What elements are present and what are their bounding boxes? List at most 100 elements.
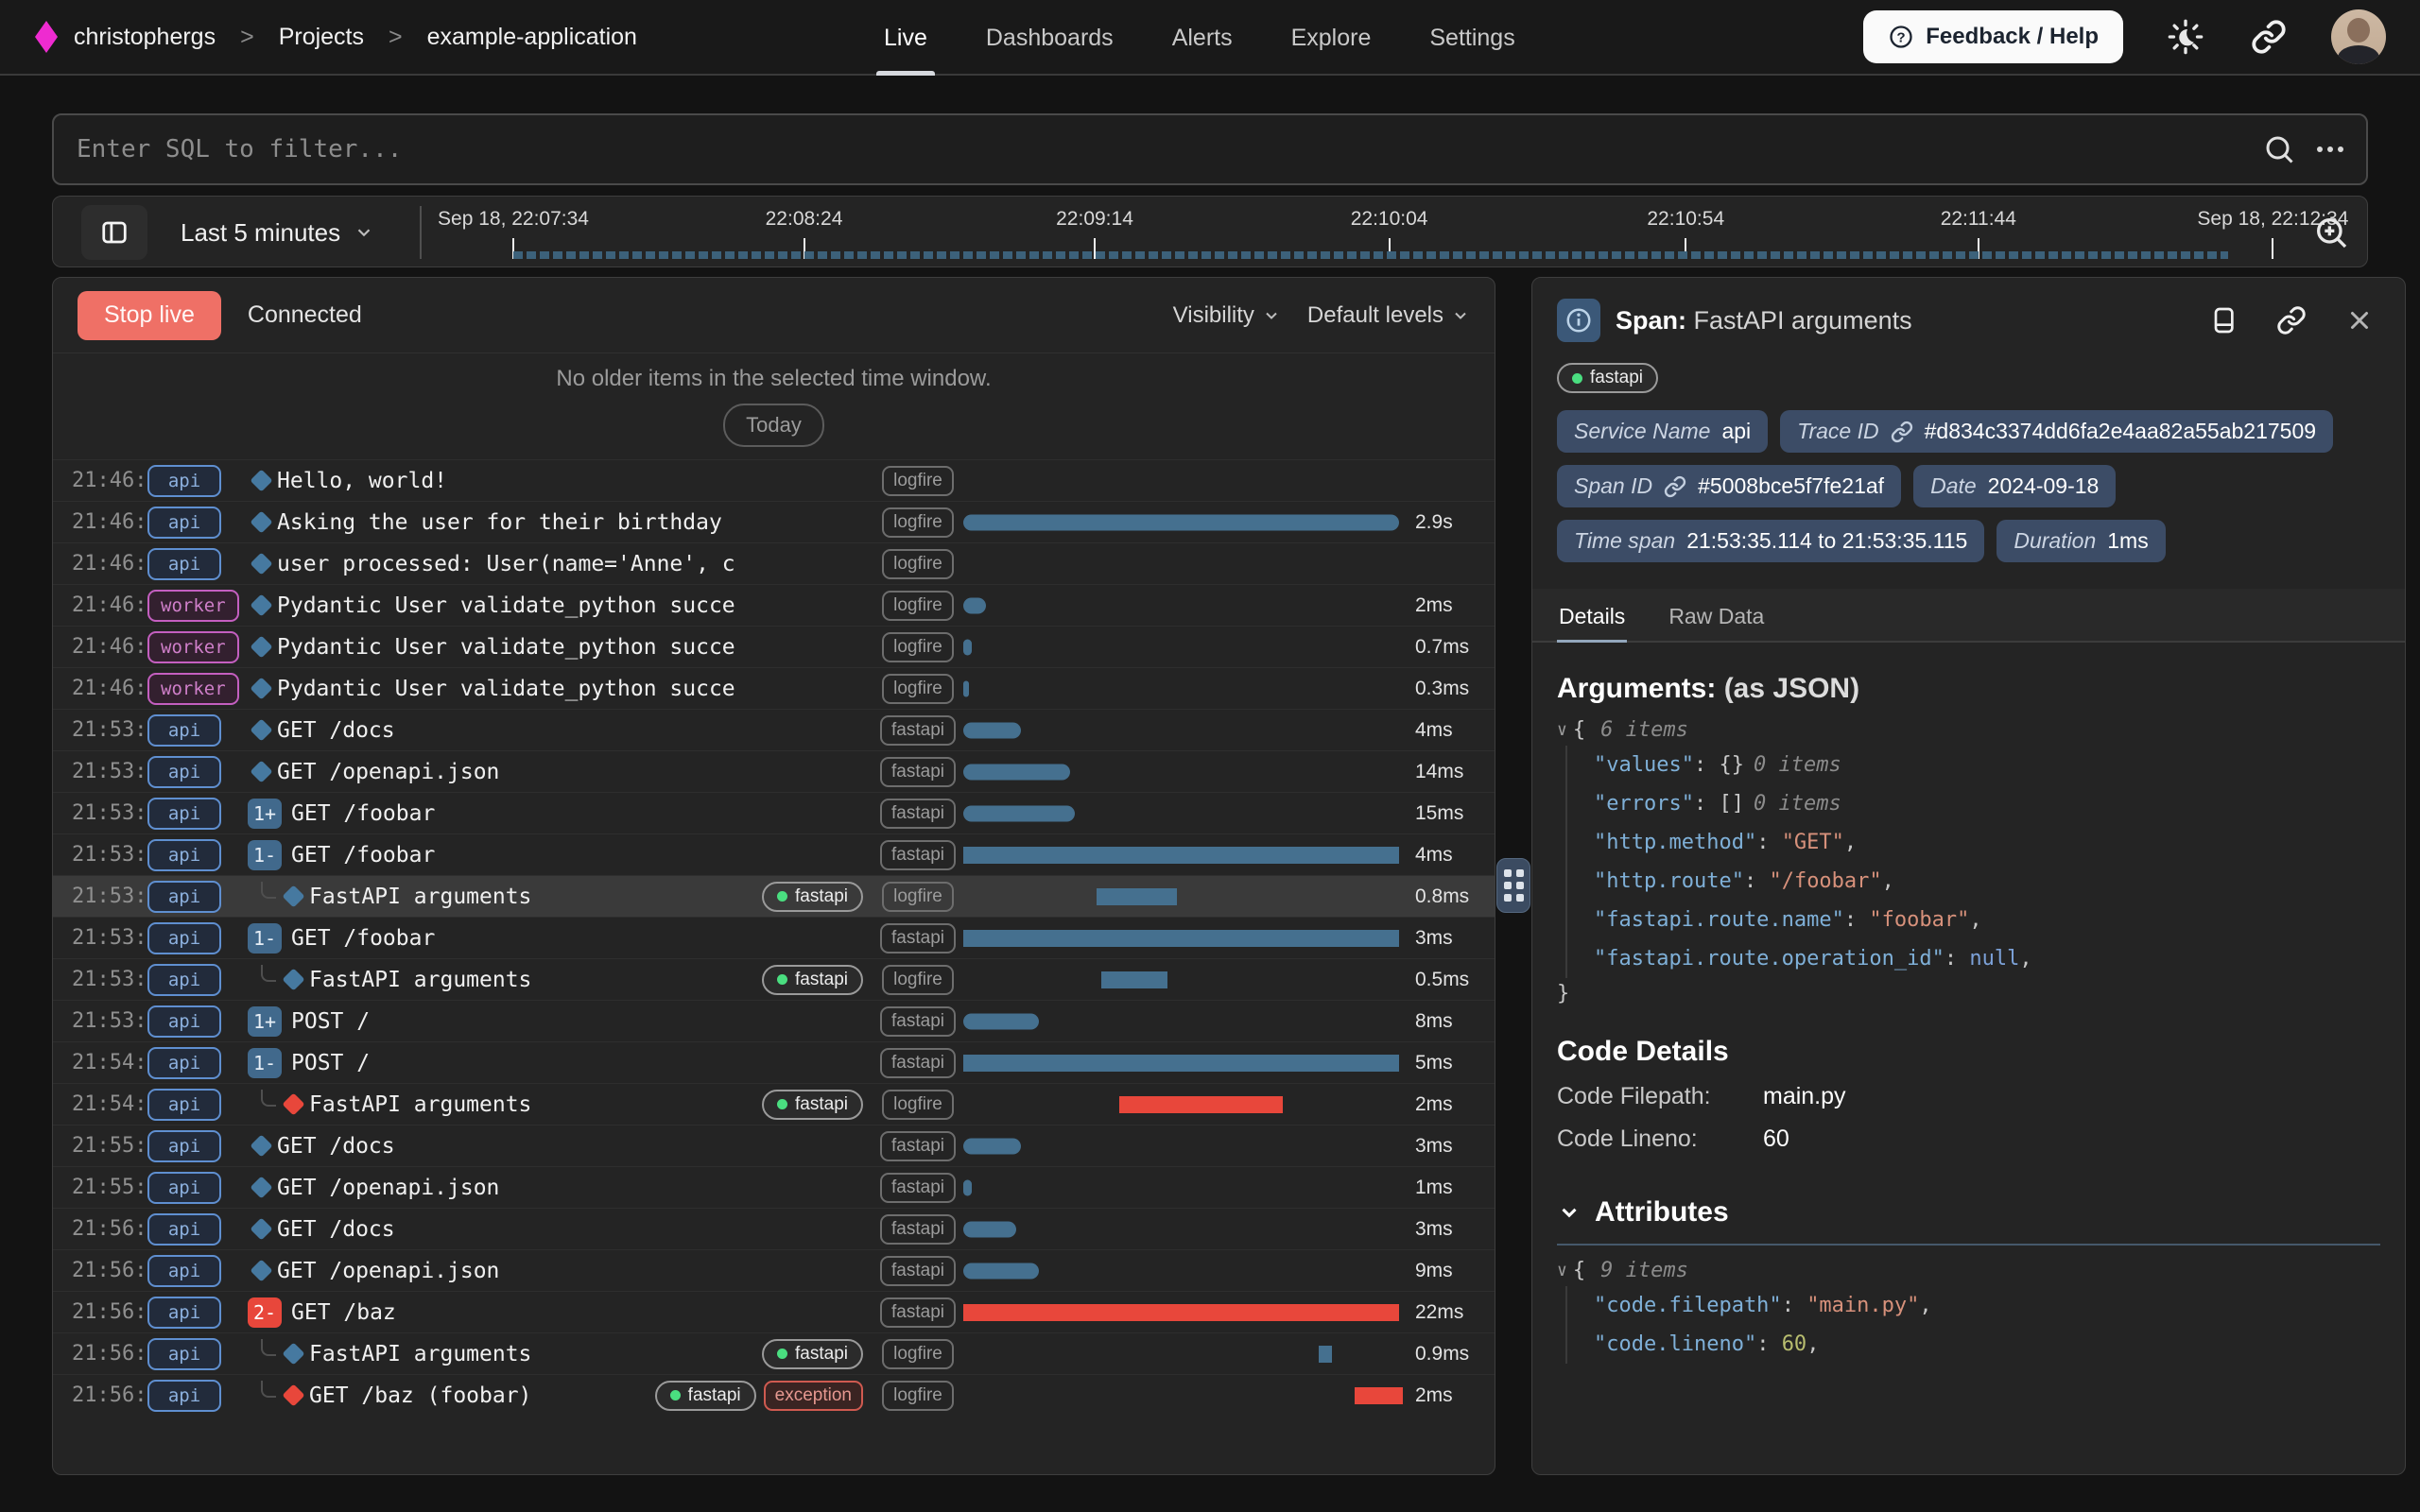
meta-pill-service-name[interactable]: Service Nameapi (1557, 410, 1768, 453)
service-tag[interactable]: api (147, 1005, 221, 1038)
fastapi-tag[interactable]: fastapi (655, 1381, 756, 1411)
fastapi-tag[interactable]: fastapi (1557, 363, 1658, 393)
scope-tag[interactable]: logfire (882, 674, 954, 704)
children-count-badge[interactable]: 1- (248, 840, 282, 870)
scope-tag[interactable]: logfire (882, 632, 954, 662)
scope-tag[interactable]: logfire (882, 1381, 954, 1411)
scope-tag[interactable]: logfire (882, 507, 954, 538)
service-tag[interactable]: api (147, 1047, 221, 1079)
log-row[interactable]: 21:53:35apiFastAPI argumentsfastapilogfi… (53, 958, 1495, 1000)
tab-details[interactable]: Details (1557, 589, 1627, 641)
log-row[interactable]: 21:56:09apiGET /openapi.jsonfastapi9ms (53, 1249, 1495, 1291)
theme-toggle-icon[interactable] (2165, 16, 2206, 58)
scope-tag[interactable]: fastapi (880, 1173, 956, 1203)
scope-tag[interactable]: fastapi (880, 715, 956, 746)
exception-tag[interactable]: exception (764, 1381, 863, 1411)
tab-explore[interactable]: Explore (1291, 0, 1372, 76)
tab-raw-data[interactable]: Raw Data (1667, 589, 1766, 641)
fastapi-tag[interactable]: fastapi (762, 882, 863, 912)
resizer-grip-icon[interactable] (1496, 858, 1530, 913)
scope-tag[interactable]: fastapi (880, 1006, 956, 1037)
service-tag[interactable]: api (147, 1380, 221, 1412)
meta-pill-trace-id[interactable]: Trace ID#d834c3374dd6fa2e4aa82a55ab21750… (1780, 410, 2333, 453)
children-count-badge[interactable]: 1- (248, 923, 282, 954)
service-tag[interactable]: api (147, 1338, 221, 1370)
meta-pill-span-id[interactable]: Span ID#5008bce5f7fe21af (1557, 465, 1901, 507)
log-row[interactable]: 21:54:37api1-POST /fastapi5ms (53, 1041, 1495, 1083)
search-icon[interactable] (2262, 132, 2296, 166)
service-tag[interactable]: api (147, 1255, 221, 1287)
scope-tag[interactable]: logfire (882, 549, 954, 579)
breadcrumb-projects[interactable]: Projects (279, 24, 364, 51)
service-tag[interactable]: api (147, 1213, 221, 1246)
logfire-logo-icon[interactable] (34, 21, 59, 53)
scope-tag[interactable]: logfire (882, 965, 954, 995)
sidebar-toggle-button[interactable] (81, 205, 147, 260)
log-row[interactable]: 21:54:37apiFastAPI argumentsfastapilogfi… (53, 1083, 1495, 1125)
service-tag[interactable]: api (147, 839, 221, 871)
feedback-help-button[interactable]: ? Feedback / Help (1863, 10, 2123, 63)
service-tag[interactable]: api (147, 922, 221, 954)
service-tag[interactable]: api (147, 1297, 221, 1329)
scope-tag[interactable]: fastapi (880, 1131, 956, 1161)
log-row[interactable]: 21:56:09apiGET /docsfastapi3ms (53, 1208, 1495, 1249)
service-tag[interactable]: api (147, 964, 221, 996)
visibility-dropdown[interactable]: Visibility (1173, 302, 1281, 329)
service-tag[interactable]: api (147, 507, 221, 539)
log-row[interactable]: 21:53:56api1+POST /fastapi8ms (53, 1000, 1495, 1041)
log-row[interactable]: 21:55:58apiGET /openapi.jsonfastapi1ms (53, 1166, 1495, 1208)
scope-tag[interactable]: logfire (882, 1090, 954, 1120)
panel-layout-icon[interactable] (2203, 300, 2244, 341)
collapse-chevron-icon[interactable]: ∨ (1557, 1261, 1567, 1280)
service-tag[interactable]: api (147, 1172, 221, 1204)
log-row[interactable]: 21:56:13api2-GET /bazfastapi22ms (53, 1291, 1495, 1332)
log-row[interactable]: 21:46:55workerPydantic User validate_pyt… (53, 584, 1495, 626)
service-tag[interactable]: api (147, 881, 221, 913)
panel-resizer[interactable] (1495, 277, 1531, 1475)
share-link-icon[interactable] (2248, 16, 2290, 58)
log-row[interactable]: 21:46:19apiHello, world!logfire (53, 459, 1495, 501)
scope-tag[interactable]: fastapi (880, 799, 956, 829)
log-row[interactable]: 21:46:19apiAsking the user for their bir… (53, 501, 1495, 542)
service-tag[interactable]: api (147, 756, 221, 788)
user-avatar[interactable] (2331, 9, 2386, 64)
timeline[interactable]: Sep 18, 22:07:3422:08:2422:09:1422:10:04… (436, 197, 2374, 268)
tab-alerts[interactable]: Alerts (1172, 0, 1233, 76)
children-count-badge[interactable]: 2- (248, 1297, 282, 1328)
fastapi-tag[interactable]: fastapi (762, 1090, 863, 1120)
tab-live[interactable]: Live (884, 0, 927, 76)
time-range-selector[interactable]: Last 5 minutes (181, 197, 374, 268)
log-row[interactable]: 21:56:13apiFastAPI argumentsfastapilogfi… (53, 1332, 1495, 1374)
log-row[interactable]: 21:53:33api1+GET /foobarfastapi15ms (53, 792, 1495, 833)
service-tag[interactable]: api (147, 1130, 221, 1162)
scope-tag[interactable]: fastapi (880, 1048, 956, 1078)
fastapi-tag[interactable]: fastapi (762, 1339, 863, 1369)
log-row[interactable]: 21:55:58apiGET /docsfastapi3ms (53, 1125, 1495, 1166)
scope-tag[interactable]: fastapi (880, 1297, 956, 1328)
service-tag[interactable]: api (147, 798, 221, 830)
log-row[interactable]: 21:53:35api1-GET /foobarfastapi3ms (53, 917, 1495, 958)
log-row[interactable]: 21:46:33apiuser processed: User(name='An… (53, 542, 1495, 584)
scope-tag[interactable]: logfire (882, 1339, 954, 1369)
close-icon[interactable] (2339, 300, 2380, 341)
scope-tag[interactable]: fastapi (880, 923, 956, 954)
meta-pill-duration[interactable]: Duration1ms (1996, 520, 2165, 562)
copy-link-icon[interactable] (2271, 300, 2312, 341)
scope-tag[interactable]: logfire (882, 466, 954, 496)
log-row[interactable]: 21:53:35apiFastAPI argumentsfastapilogfi… (53, 875, 1495, 917)
scope-tag[interactable]: logfire (882, 882, 954, 912)
service-tag[interactable]: api (147, 548, 221, 580)
log-row[interactable]: 21:53:28apiGET /docsfastapi4ms (53, 709, 1495, 750)
json-root-line[interactable]: ∨{6 items (1557, 718, 2380, 742)
tab-dashboards[interactable]: Dashboards (986, 0, 1114, 76)
service-tag[interactable]: api (147, 1089, 221, 1121)
breadcrumb-project[interactable]: example-application (427, 24, 637, 51)
fastapi-tag[interactable]: fastapi (762, 965, 863, 995)
filter-more-icon[interactable] (2317, 146, 2343, 152)
zoom-in-icon[interactable] (2308, 210, 2354, 255)
log-row[interactable]: 21:46:55workerPydantic User validate_pyt… (53, 626, 1495, 667)
service-tag[interactable]: worker (147, 590, 239, 622)
meta-pill-time-span[interactable]: Time span21:53:35.114 to 21:53:35.115 (1557, 520, 1984, 562)
default-levels-dropdown[interactable]: Default levels (1307, 302, 1470, 329)
breadcrumb-org[interactable]: christophergs (74, 24, 216, 51)
